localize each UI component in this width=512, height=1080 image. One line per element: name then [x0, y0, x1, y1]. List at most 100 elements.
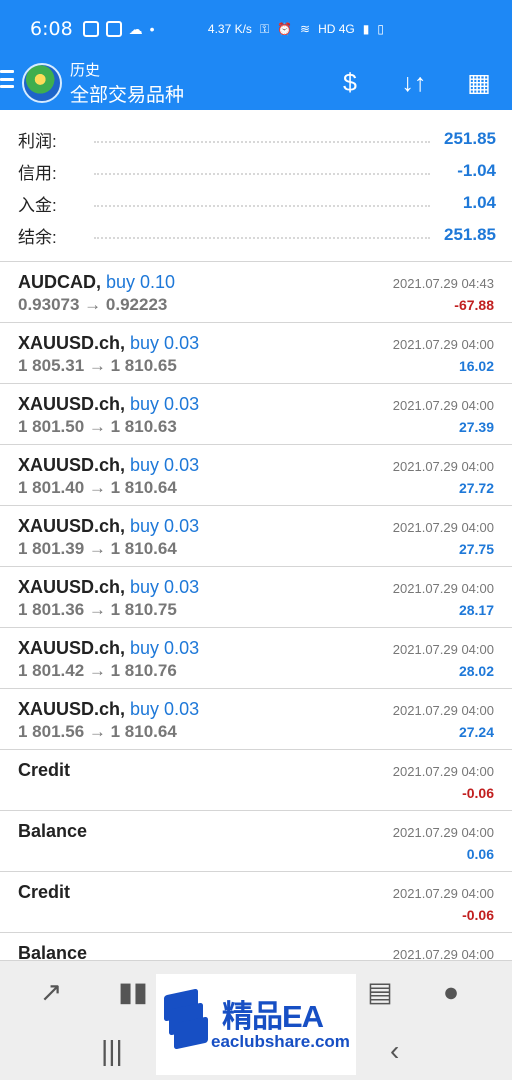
trade-profit: 27.39: [458, 419, 494, 435]
trade-symbol: XAUUSD.ch, buy 0.03: [18, 455, 200, 475]
chat-icon[interactable]: ●: [434, 975, 468, 1009]
trade-row[interactable]: XAUUSD.ch, buy 0.03 1 801.50 → 1 810.63 …: [0, 383, 512, 444]
trade-profit: 27.24: [458, 724, 494, 740]
notification-icon: [82, 21, 99, 37]
dot-leader: [94, 199, 430, 207]
currency-exchange-icon[interactable]: $: [334, 67, 366, 99]
trade-symbol: Credit: [18, 882, 71, 902]
trade-symbol: XAUUSD.ch, buy 0.03: [18, 699, 200, 719]
credit-label: 信用:: [18, 163, 57, 183]
balance-row: 结余: 251.85: [18, 223, 496, 247]
trade-row[interactable]: XAUUSD.ch, buy 0.03 1 801.40 → 1 810.64 …: [0, 444, 512, 505]
key-icon: ⚿: [259, 22, 270, 36]
trade-price: 1 801.39 → 1 810.64: [18, 539, 177, 558]
menu-icon[interactable]: [0, 70, 14, 88]
trade-profit: 16.02: [458, 358, 494, 374]
trade-price: 1 801.50 → 1 810.63: [18, 417, 177, 436]
profit-value: 251.85: [444, 129, 496, 148]
trade-profit: 28.02: [458, 663, 494, 679]
trade-price: 1 801.56 → 1 810.64: [18, 722, 177, 741]
trade-row[interactable]: XAUUSD.ch, buy 0.03 1 805.31 → 1 810.65 …: [0, 322, 512, 383]
balance-value: 251.85: [444, 225, 496, 244]
signal-icon: ▮: [362, 22, 370, 36]
trade-row[interactable]: Balance 2021.07.29 04:00 0.06: [0, 810, 512, 871]
trend-icon[interactable]: ↗: [34, 975, 68, 1009]
trade-row[interactable]: Balance 2021.07.29 04:00: [0, 932, 512, 960]
trade-time: 2021.07.29 04:00: [392, 825, 494, 840]
trade-time: 2021.07.29 04:00: [392, 398, 494, 413]
trade-profit: 27.72: [458, 480, 494, 496]
page-title: 全部交易品种: [70, 85, 185, 106]
speed-text: 4.37 K/s: [207, 22, 252, 36]
trade-row[interactable]: XAUUSD.ch, buy 0.03 1 801.56 → 1 810.64 …: [0, 688, 512, 749]
trade-symbol: XAUUSD.ch, buy 0.03: [18, 638, 200, 658]
trade-time: 2021.07.29 04:00: [392, 703, 494, 718]
trade-symbol: Credit: [18, 760, 71, 780]
trade-row[interactable]: Credit 2021.07.29 04:00 -0.06: [0, 871, 512, 932]
dot-icon: •: [149, 21, 155, 37]
deposit-row: 入金: 1.04: [18, 191, 496, 215]
trade-time: 2021.07.29 04:00: [392, 337, 494, 352]
back-icon[interactable]: ‹: [390, 1035, 399, 1067]
status-bar: 6:08 ☁ • 4.37 K/s ⚿ ⏰ ≋ HD 4G ▮ ▯: [0, 0, 512, 58]
trade-profit: -67.88: [454, 297, 494, 313]
watermark-main: 精品EA: [222, 999, 324, 1034]
watermark-domain: eaclubshare.com: [211, 1032, 350, 1051]
deposit-label: 入金:: [18, 195, 57, 215]
recent-apps-icon[interactable]: |||: [101, 1035, 123, 1067]
trade-symbol: AUDCAD, buy 0.10: [18, 272, 176, 292]
trade-row[interactable]: XAUUSD.ch, buy 0.03 1 801.42 → 1 810.76 …: [0, 627, 512, 688]
watermark-logo: [164, 988, 208, 1050]
trade-history-list[interactable]: AUDCAD, buy 0.10 0.93073 → 0.92223 2021.…: [0, 261, 512, 960]
trade-profit: 27.75: [458, 541, 494, 557]
network-text: HD 4G: [318, 22, 355, 36]
status-right: 4.37 K/s ⚿ ⏰ ≋ HD 4G ▮ ▯: [208, 22, 384, 37]
trade-profit: 28.17: [458, 602, 494, 618]
trade-price: 1 801.36 → 1 810.75: [18, 600, 177, 619]
trade-row[interactable]: AUDCAD, buy 0.10 0.93073 → 0.92223 2021.…: [0, 261, 512, 322]
trade-row[interactable]: XAUUSD.ch, buy 0.03 1 801.39 → 1 810.64 …: [0, 505, 512, 566]
news-icon[interactable]: ▤: [363, 975, 397, 1009]
trade-side: buy 0.03: [130, 394, 200, 414]
dot-leader: [94, 231, 430, 239]
watermark: 精品EA eaclubshare.com: [156, 974, 356, 1075]
app-logo: [22, 63, 62, 103]
trade-profit: -0.06: [462, 785, 494, 801]
trade-time: 2021.07.29 04:00: [392, 459, 494, 474]
alarm-icon: ⏰: [277, 22, 293, 36]
sort-icon[interactable]: ↓↑: [398, 67, 430, 99]
calendar-icon[interactable]: ▦: [463, 67, 495, 99]
trade-side: buy 0.10: [106, 272, 176, 292]
app-bar: 历史 全部交易品种 $ ↓↑ ▦: [0, 58, 512, 110]
balance-label: 结余:: [18, 227, 57, 247]
deposit-value: 1.04: [462, 193, 496, 212]
trade-time: 2021.07.29 04:43: [392, 276, 494, 291]
trade-time: 2021.07.29 04:00: [392, 764, 494, 779]
trade-side: buy 0.03: [130, 638, 200, 658]
trade-side: buy 0.03: [130, 333, 200, 353]
summary-panel: 利润: 251.85 信用: -1.04 入金: 1.04 结余: 251.85: [0, 110, 512, 261]
trade-time: 2021.07.29 04:00: [392, 581, 494, 596]
dot-leader: [94, 135, 430, 143]
credit-row: 信用: -1.04: [18, 159, 496, 183]
trade-time: 2021.07.29 04:00: [392, 642, 494, 657]
credit-value: -1.04: [457, 161, 496, 180]
trade-symbol: Balance: [18, 821, 88, 841]
wifi-icon: ≋: [300, 22, 311, 36]
trade-price: 1 801.40 → 1 810.64: [18, 478, 177, 497]
trade-side: buy 0.03: [130, 455, 200, 475]
trade-side: buy 0.03: [130, 577, 200, 597]
candlestick-icon[interactable]: ▮▮: [116, 975, 150, 1009]
trade-profit: 0.06: [466, 846, 494, 862]
trade-side: buy 0.03: [130, 699, 200, 719]
status-time: 6:08: [30, 18, 73, 40]
trade-price: 1 801.42 → 1 810.76: [18, 661, 177, 680]
trade-price: 1 805.31 → 1 810.65: [18, 356, 177, 375]
trade-row[interactable]: Credit 2021.07.29 04:00 -0.06: [0, 749, 512, 810]
trade-symbol: Balance: [18, 943, 88, 960]
profit-label: 利润:: [18, 131, 57, 151]
trade-symbol: XAUUSD.ch, buy 0.03: [18, 516, 200, 536]
cloud-icon: ☁: [128, 20, 143, 37]
trade-row[interactable]: XAUUSD.ch, buy 0.03 1 801.36 → 1 810.75 …: [0, 566, 512, 627]
trade-symbol: XAUUSD.ch, buy 0.03: [18, 333, 200, 353]
